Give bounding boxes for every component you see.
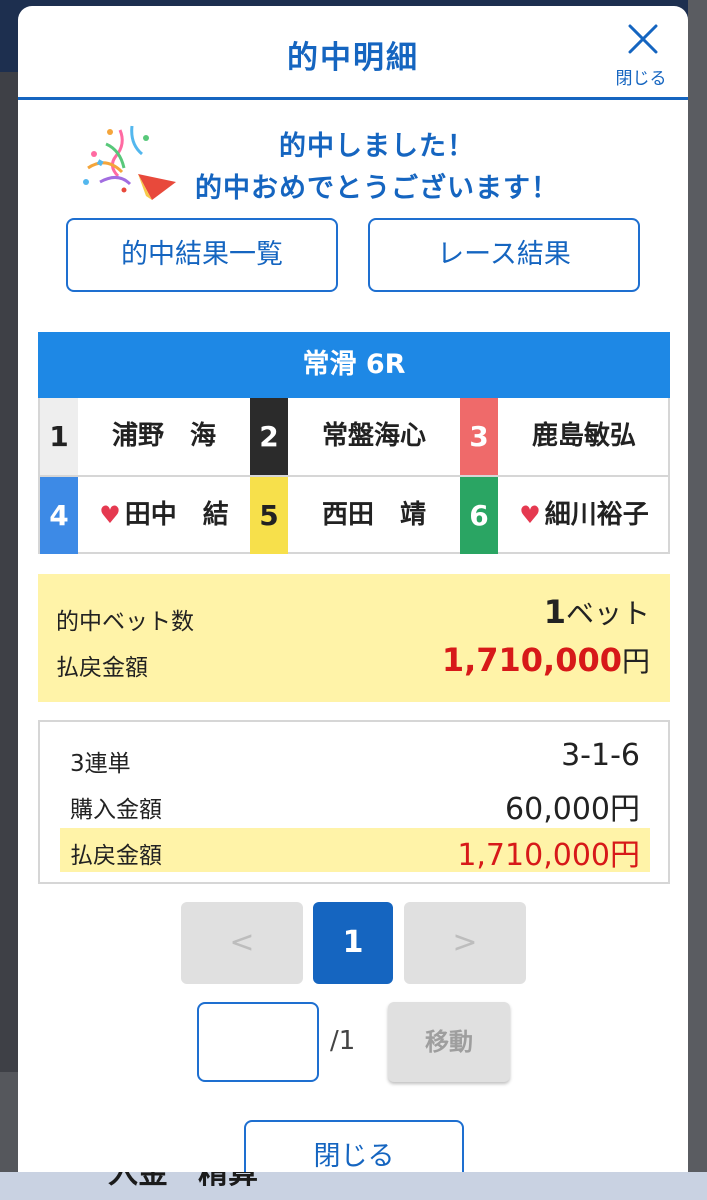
hit-details-modal: 的中明細 閉じる 的中しました！ 的中おめでとうございます！ 的中結果一覧 レー…: [18, 6, 688, 1172]
bet-combination: 3-1-6: [561, 738, 640, 773]
racer-number: 2: [250, 398, 288, 475]
racer-name: ♥ 田中 結: [99, 500, 229, 530]
prev-page-button[interactable]: <: [181, 902, 303, 984]
purchase-row: 購入金額 60,000円: [60, 782, 650, 827]
close-icon: [628, 24, 658, 54]
payout-label: 払戻金額: [70, 843, 162, 869]
page-total: /1: [330, 1026, 356, 1056]
hit-summary: 的中ベット数 1ベット 払戻金額 1,710,000円: [38, 574, 670, 702]
racer-name: 浦野 海: [111, 421, 216, 451]
purchase-label: 購入金額: [70, 797, 162, 823]
racer-name: 常盤海心: [321, 421, 426, 451]
bet-count-label: 的中ベット数: [56, 609, 194, 635]
racer-cell: 6 ♥ 細川裕子: [460, 477, 670, 554]
modal-header: 的中明細 閉じる: [18, 6, 688, 100]
racer-number: 1: [40, 398, 78, 475]
racer-grid: 1 浦野 海 2 常盤海心 3 鹿島敏弘 4 ♥ 田中 結 5 西田 靖 6 ♥ 細…: [38, 398, 670, 554]
current-page-button[interactable]: 1: [313, 902, 393, 984]
next-page-button[interactable]: >: [404, 902, 526, 984]
close-bottom-button[interactable]: 閉じる: [244, 1120, 464, 1172]
close-label: 閉じる: [615, 69, 667, 89]
racer-cell: 4 ♥ 田中 結: [40, 477, 250, 554]
racer-cell: 5 西田 靖: [250, 477, 460, 554]
payout-total: 1,710,000円: [441, 641, 650, 679]
bet-type-row: 3連単 3-1-6: [60, 736, 650, 780]
background-edge: [688, 0, 707, 1200]
heart-icon: ♥: [519, 501, 541, 529]
racer-cell: 2 常盤海心: [250, 398, 460, 475]
modal-title: 的中明細: [287, 40, 419, 76]
background-footer: [0, 1172, 707, 1200]
move-button[interactable]: 移動: [388, 1002, 510, 1082]
bet-detail: 3連単 3-1-6 購入金額 60,000円 払戻金額 1,710,000円: [38, 720, 670, 884]
bet-count-value: 1ベット: [543, 593, 650, 631]
racer-number: 6: [460, 477, 498, 554]
payout-amount: 1,710,000円: [457, 838, 640, 873]
payout-row: 払戻金額 1,710,000円: [60, 828, 650, 873]
racer-number: 3: [460, 398, 498, 475]
racer-name: ♥ 細川裕子: [519, 500, 649, 530]
congrats-line-2: 的中おめでとうございます！: [195, 173, 559, 204]
page-number-input[interactable]: [197, 1002, 319, 1082]
racer-number: 5: [250, 477, 288, 554]
racer-number: 4: [40, 477, 78, 554]
congrats-message: 的中しました！ 的中おめでとうございます！: [18, 118, 688, 208]
heart-icon: ♥: [99, 501, 121, 529]
racer-cell: 3 鹿島敏弘: [460, 398, 670, 475]
payout-label: 払戻金額: [56, 655, 148, 681]
congrats-line-1: 的中しました！: [279, 131, 475, 162]
racer-name: 鹿島敏弘: [531, 421, 636, 451]
bet-type-label: 3連単: [70, 751, 131, 777]
race-results-button[interactable]: レース結果: [368, 218, 640, 292]
race-title: 常滑 6R: [38, 332, 670, 398]
close-button[interactable]: 閉じる: [606, 20, 676, 90]
racer-cell: 1 浦野 海: [40, 398, 250, 475]
racer-name: 西田 靖: [321, 500, 426, 530]
background-sidebar: [0, 72, 18, 1072]
hit-results-list-button[interactable]: 的中結果一覧: [66, 218, 338, 292]
purchase-amount: 60,000円: [505, 792, 640, 827]
